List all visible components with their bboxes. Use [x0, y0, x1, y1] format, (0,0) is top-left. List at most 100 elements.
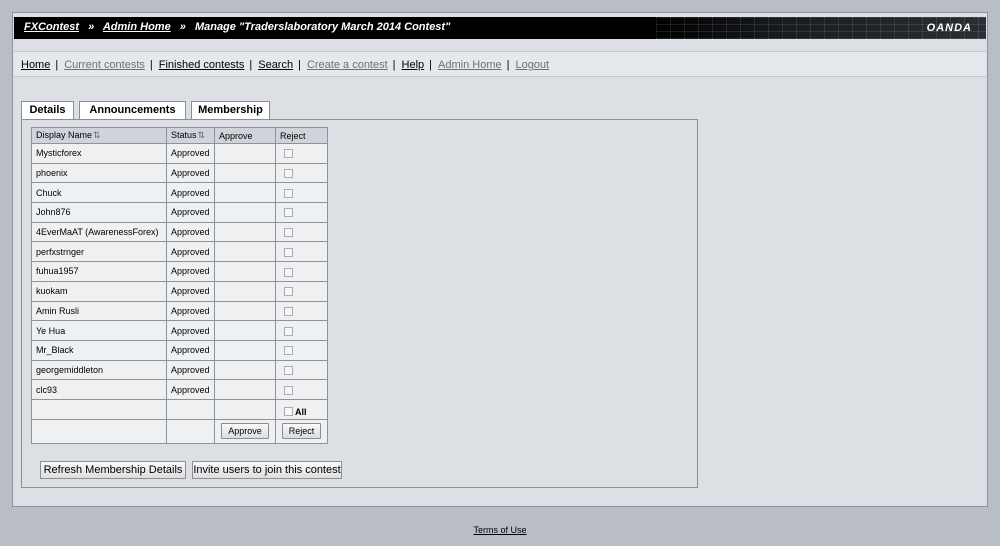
reject-checkbox[interactable] [284, 346, 293, 356]
breadcrumb-separator: » [179, 21, 186, 33]
reject-checkbox[interactable] [284, 287, 293, 297]
member-status: Approved [166, 300, 215, 322]
approve-cell [214, 320, 276, 341]
member-display-name: phoenix [31, 162, 167, 184]
breadcrumb-fxcontest-link[interactable]: FXContest [24, 21, 79, 33]
nav-separator: | [249, 59, 253, 71]
header-label: Display Name [36, 130, 93, 140]
member-display-name: Mr_Black [31, 339, 167, 361]
reject-checkbox[interactable] [284, 306, 293, 316]
tab-details[interactable]: Details [21, 101, 74, 119]
breadcrumb-admin-home-link[interactable]: Admin Home [103, 21, 171, 33]
reject-checkbox[interactable] [284, 385, 293, 395]
nav-logout-link[interactable]: Logout [515, 59, 549, 71]
member-status: Approved [166, 221, 215, 243]
reject-checkbox[interactable] [284, 188, 293, 198]
approve-cell [214, 379, 276, 400]
table-row: phoenix Approved [31, 162, 328, 184]
empty-cell [214, 398, 276, 420]
member-display-name: John876 [31, 202, 167, 223]
header-label: Status [171, 130, 197, 140]
table-row: Amin Rusli Approved [31, 300, 328, 322]
reject-checkbox[interactable] [284, 169, 293, 179]
table-row: perfxstrnger Approved [31, 241, 328, 263]
column-header-display-name[interactable]: Display Name⇅ [31, 127, 167, 144]
invite-users-button[interactable]: Invite users to join this contest [192, 461, 342, 479]
approve-cell [214, 182, 276, 204]
reject-cell [275, 261, 328, 282]
tab-announcements[interactable]: Announcements [79, 101, 186, 119]
table-row: clc93 Approved [31, 379, 328, 400]
reject-checkbox[interactable] [284, 149, 293, 159]
nav-create-contest-link[interactable]: Create a contest [307, 59, 388, 71]
nav-current-contests-link[interactable]: Current contests [64, 59, 145, 71]
breadcrumb-current: Manage "Traderslaboratory March 2014 Con… [194, 21, 451, 33]
member-status: Approved [166, 261, 215, 282]
select-all-cell: All [275, 398, 328, 420]
member-display-name: Ye Hua [31, 320, 167, 341]
member-status: Approved [166, 280, 215, 302]
nav-bar: Home | Current contests | Finished contests |… [14, 51, 986, 77]
nav-finished-contests-link[interactable]: Finished contests [159, 59, 245, 71]
approve-cell [214, 300, 276, 322]
nav-home-link[interactable]: Home [21, 59, 50, 71]
table-row: georgemiddleton Approved [31, 359, 328, 381]
reject-cell [275, 359, 328, 381]
reject-cell [275, 320, 328, 341]
nav-separator: | [149, 59, 153, 71]
reject-cell [275, 221, 328, 243]
table-row: fuhua1957 Approved [31, 261, 328, 282]
empty-cell [31, 418, 167, 444]
reject-cell [275, 202, 328, 223]
member-status: Approved [166, 162, 215, 184]
table-row: Mysticforex Approved [31, 143, 328, 164]
approve-button[interactable]: Approve [221, 423, 269, 440]
reject-checkbox[interactable] [284, 208, 293, 218]
reject-button[interactable]: Reject [281, 423, 322, 440]
approve-cell [214, 280, 276, 302]
nav-separator: | [429, 59, 433, 71]
nav-help-link[interactable]: Help [402, 59, 425, 71]
membership-table: Display Name⇅ Status⇅ Approve Reject Mys… [31, 127, 328, 444]
terms-of-use-link[interactable]: Terms of Use [473, 525, 526, 535]
member-display-name: Amin Rusli [31, 300, 167, 322]
nav-separator: | [55, 59, 59, 71]
table-header-row: Display Name⇅ Status⇅ Approve Reject [31, 127, 328, 144]
member-status: Approved [166, 359, 215, 381]
column-header-reject: Reject [275, 127, 328, 144]
reject-cell [275, 379, 328, 400]
sort-icon: ⇅ [197, 130, 206, 140]
member-display-name: Mysticforex [31, 143, 167, 164]
reject-checkbox[interactable] [284, 247, 293, 257]
reject-all-checkbox[interactable] [284, 407, 293, 417]
member-status: Approved [166, 320, 215, 341]
reject-checkbox[interactable] [284, 326, 293, 336]
member-status: Approved [166, 339, 215, 361]
nav-separator: | [506, 59, 510, 71]
nav-admin-home-link[interactable]: Admin Home [438, 59, 502, 71]
table-row: kuokam Approved [31, 280, 328, 302]
member-status: Approved [166, 202, 215, 223]
reject-checkbox[interactable] [284, 267, 293, 277]
approve-cell [214, 202, 276, 223]
reject-checkbox[interactable] [284, 365, 293, 375]
nav-separator: | [298, 59, 301, 71]
column-header-status[interactable]: Status⇅ [166, 127, 215, 144]
title-bar: FXContest » Admin Home » Manage "Traders… [14, 17, 986, 39]
tab-membership[interactable]: Membership [191, 101, 270, 120]
oanda-logo: OANDA [926, 22, 972, 34]
reject-cell [275, 143, 328, 164]
table-row: Chuck Approved [31, 182, 328, 204]
nav-search-link[interactable]: Search [258, 59, 293, 71]
member-status: Approved [166, 379, 215, 400]
reject-checkbox[interactable] [284, 228, 293, 238]
refresh-membership-button[interactable]: Refresh Membership Details [40, 461, 186, 479]
member-display-name: kuokam [31, 280, 167, 302]
table-row: Mr_Black Approved [31, 339, 328, 361]
approve-cell [214, 261, 276, 282]
approve-cell [214, 143, 276, 164]
member-status: Approved [166, 143, 215, 164]
select-all-row: All [31, 398, 328, 420]
action-row: Approve Reject [31, 418, 328, 444]
reject-cell: Reject [275, 418, 328, 444]
